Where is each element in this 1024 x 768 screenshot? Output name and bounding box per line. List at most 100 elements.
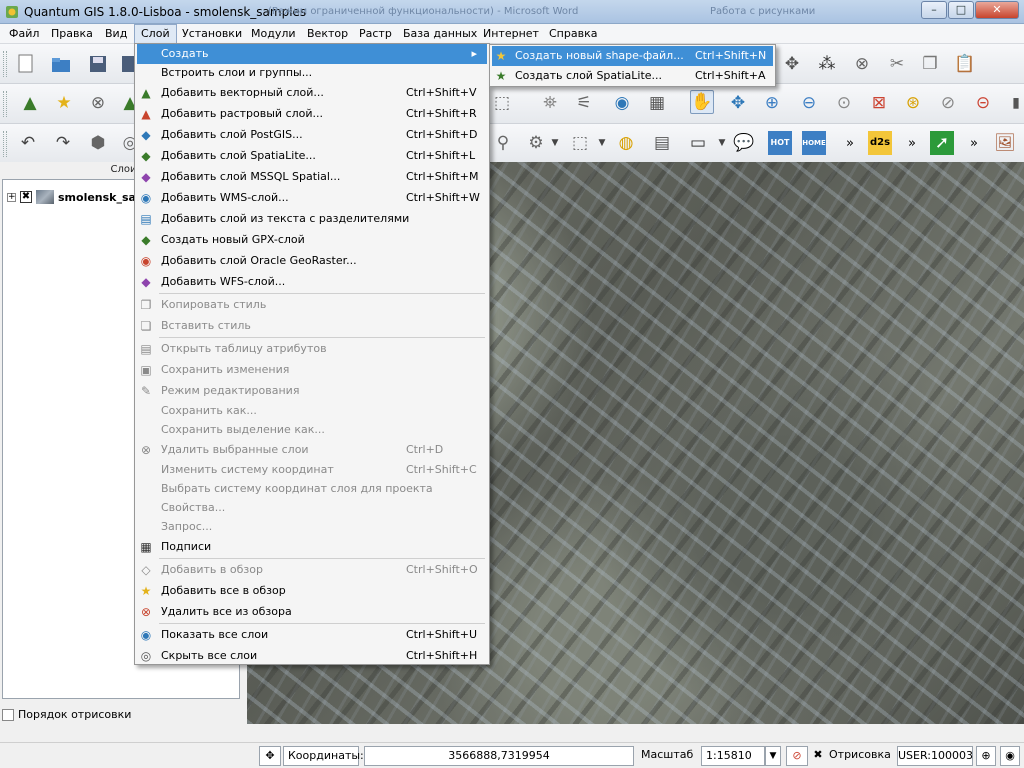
zoom-selection-icon[interactable]: ⊘	[936, 91, 960, 115]
chevron-down-icon[interactable]: ▼	[710, 131, 734, 155]
menu-item-new-spatialite[interactable]: ★ Создать слой SpatiaLite... Ctrl+Shift+…	[492, 66, 773, 86]
chevron-down-icon[interactable]: ▼	[543, 131, 567, 155]
stop-render-icon[interactable]: ⊘	[786, 746, 808, 766]
render-checkbox[interactable]: ✖	[812, 746, 824, 766]
menu-layer[interactable]: Слой	[134, 24, 177, 44]
save-project-icon[interactable]	[86, 52, 110, 76]
menu-item-hide-all[interactable]: ◎ Скрыть все слои Ctrl+Shift+H	[137, 646, 487, 666]
menu-item-query[interactable]: Запрос...	[137, 517, 487, 537]
menu-database[interactable]: База данных	[401, 24, 479, 44]
crs-globe-icon[interactable]: ⊕	[976, 746, 996, 766]
menu-item-add-oracle[interactable]: ◉ Добавить слой Oracle GeoRaster...	[137, 251, 487, 271]
redo-icon[interactable]: ↷	[51, 131, 75, 155]
more-tools-icon[interactable]: »	[962, 131, 986, 155]
polygon-tool-icon[interactable]: ⬢	[86, 131, 110, 155]
paste-features-icon[interactable]: 📋	[953, 52, 977, 76]
hotkeys-icon[interactable]: HOT	[768, 131, 792, 155]
menu-item-remove-layers[interactable]: ⊗ Удалить выбранные слои Ctrl+D	[137, 440, 487, 460]
menu-vector[interactable]: Вектор	[305, 24, 350, 44]
move-feature-icon[interactable]: ✥	[780, 52, 804, 76]
coordinates-field[interactable]: 3566888,7319954	[364, 746, 634, 766]
home-icon[interactable]: HOME	[802, 131, 826, 155]
layer-row[interactable]: + ✖ smolensk_sa	[7, 188, 136, 206]
close-button[interactable]: ✕	[975, 1, 1019, 19]
open-project-icon[interactable]	[49, 52, 73, 76]
menu-item-add-to-overview[interactable]: ◇ Добавить в обзор Ctrl+Shift+O	[137, 560, 487, 580]
chevron-down-icon[interactable]: ▼	[590, 131, 614, 155]
add-raster-layer-icon[interactable]: ★	[52, 91, 76, 115]
menu-item-add-raster[interactable]: ▲ Добавить растровый слой... Ctrl+Shift+…	[137, 104, 487, 124]
menu-item-toggle-editing[interactable]: ✎ Режим редактирования	[137, 381, 487, 401]
menu-item-add-wfs[interactable]: ◆ Добавить WFS-слой...	[137, 272, 487, 292]
d2s-icon[interactable]: d2s	[868, 131, 892, 155]
spreadsheet-icon[interactable]: ▦	[645, 91, 669, 115]
menu-item-new-gpx[interactable]: ◆ Создать новый GPX-слой	[137, 230, 487, 250]
menu-help[interactable]: Справка	[547, 24, 599, 44]
identify-icon[interactable]: ⚲	[491, 131, 515, 155]
scale-dropdown-icon[interactable]: ▼	[765, 746, 781, 766]
layer-visibility-checkbox[interactable]: ✖	[20, 191, 32, 203]
messages-icon[interactable]: ◉	[1000, 746, 1020, 766]
more-tools-icon[interactable]: »	[900, 131, 924, 155]
maximize-button[interactable]: □	[948, 1, 974, 19]
zoom-in-icon[interactable]: ⊕	[760, 91, 784, 115]
attribute-table-icon[interactable]: ▤	[650, 131, 674, 155]
toggle-editing-icon[interactable]: ⛯	[538, 91, 562, 115]
menu-edit[interactable]: Правка	[49, 24, 95, 44]
menu-item-labeling[interactable]: ▦ Подписи	[137, 537, 487, 557]
menu-item-add-delimited-text[interactable]: ▤ Добавить слой из текста с разделителям…	[137, 209, 487, 229]
zoom-last-icon[interactable]: ⊝	[971, 91, 995, 115]
deselect-icon[interactable]: ◍	[614, 131, 638, 155]
copy-features-icon[interactable]: ❐	[918, 52, 942, 76]
menu-plugins[interactable]: Модули	[249, 24, 298, 44]
new-project-icon[interactable]	[14, 52, 38, 76]
pan-to-selection-icon[interactable]: ✥	[726, 91, 750, 115]
render-order-checkbox[interactable]	[2, 708, 14, 721]
zoom-next-icon[interactable]: ▮	[1004, 91, 1024, 115]
menu-file[interactable]: Файл	[7, 24, 41, 44]
menu-item-embed[interactable]: Встроить слои и группы...	[137, 63, 487, 83]
menu-item-save-selection-as[interactable]: Сохранить выделение как...	[137, 420, 487, 440]
map-tips-icon[interactable]: 💬	[732, 131, 756, 155]
rotate-icon[interactable]: ⚟	[572, 91, 596, 115]
undo-icon[interactable]: ↶	[16, 131, 40, 155]
globe-icon[interactable]: ◉	[610, 91, 634, 115]
expand-icon[interactable]: +	[7, 192, 16, 202]
more-tools-icon[interactable]: »	[838, 131, 862, 155]
picture-icon[interactable]: 🖼	[993, 131, 1017, 155]
toolbar-grip[interactable]	[3, 91, 7, 117]
add-vector-layer-icon[interactable]: ▲	[18, 91, 42, 115]
menu-item-save-edits[interactable]: ▣ Сохранить изменения	[137, 360, 487, 380]
menu-item-add-vector[interactable]: ▲ Добавить векторный слой... Ctrl+Shift+…	[137, 83, 487, 103]
zoom-rubber-icon[interactable]: ⬚	[490, 91, 514, 115]
menu-item-add-postgis[interactable]: ◆ Добавить слой PostGIS... Ctrl+Shift+D	[137, 125, 487, 145]
menu-web[interactable]: Интернет	[481, 24, 541, 44]
menu-item-paste-style[interactable]: ❏ Вставить стиль	[137, 316, 487, 336]
menu-item-show-all[interactable]: ◉ Показать все слои Ctrl+Shift+U	[137, 625, 487, 645]
menu-item-remove-all-overview[interactable]: ⊗ Удалить все из обзора	[137, 602, 487, 622]
delete-selected-icon[interactable]: ⊗	[850, 52, 874, 76]
crs-status[interactable]: USER:100003	[897, 746, 973, 766]
menu-item-new-shapefile[interactable]: ★ Создать новый shape-файл... Ctrl+Shift…	[492, 46, 773, 66]
select-features-icon[interactable]: ⬚	[568, 131, 592, 155]
menu-item-save-as[interactable]: Сохранить как...	[137, 401, 487, 421]
menu-raster[interactable]: Растр	[357, 24, 394, 44]
render-order-control[interactable]: Порядок отрисовки	[2, 708, 131, 721]
zoom-full-icon[interactable]: ⊠	[867, 91, 891, 115]
menu-view[interactable]: Вид	[103, 24, 129, 44]
minimize-button[interactable]: –	[921, 1, 947, 19]
node-tool-icon[interactable]: ⁂	[815, 52, 839, 76]
toolbar-grip[interactable]	[3, 131, 7, 157]
menu-item-add-mssql[interactable]: ◆ Добавить слой MSSQL Spatial... Ctrl+Sh…	[137, 167, 487, 187]
pan-hand-icon[interactable]: ✋	[690, 90, 714, 114]
menu-item-properties[interactable]: Свойства...	[137, 498, 487, 518]
menu-item-create[interactable]: Создать ▸	[137, 44, 487, 64]
plugin-green-icon[interactable]: ➚	[930, 131, 954, 155]
menu-item-add-all-to-overview[interactable]: ★ Добавить все в обзор	[137, 581, 487, 601]
menu-item-project-crs-from-layer[interactable]: Выбрать систему координат слоя для проек…	[137, 479, 487, 499]
menu-item-set-crs[interactable]: Изменить систему координат Ctrl+Shift+C	[137, 460, 487, 480]
scale-combobox[interactable]: 1:15810	[701, 746, 765, 766]
add-postgis-icon[interactable]: ⊗	[86, 91, 110, 115]
coordinate-toggle-icon[interactable]: ✥	[259, 746, 281, 766]
menu-settings[interactable]: Установки	[180, 24, 244, 44]
